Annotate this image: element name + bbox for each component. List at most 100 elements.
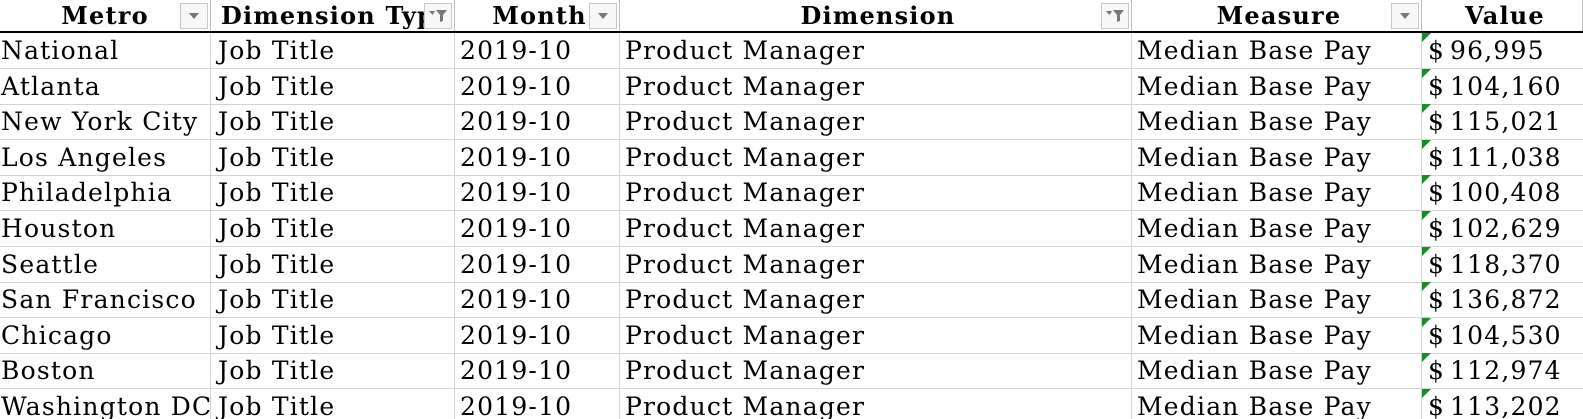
value-cell[interactable]: $118,370	[1422, 246, 1583, 282]
currency-symbol: $	[1428, 36, 1446, 65]
measure-cell[interactable]: Median Base Pay	[1132, 317, 1422, 353]
value-cell[interactable]: $104,530	[1422, 317, 1583, 353]
dimension-cell[interactable]: Product Manager	[620, 211, 1132, 246]
measure-cell[interactable]: Median Base Pay	[1132, 175, 1422, 211]
measure-cell[interactable]: Median Base Pay	[1132, 246, 1422, 282]
metro-cell[interactable]: National	[0, 33, 211, 68]
value-cell[interactable]: $113,202	[1422, 389, 1583, 419]
metro-cell[interactable]: Houston	[0, 211, 211, 246]
column-header-label: Month	[492, 1, 587, 30]
table-row: Houston Job Title 2019-10 Product Manager Me…	[0, 211, 1583, 247]
value-amount: 100,408	[1450, 178, 1562, 208]
metro-cell[interactable]: Boston	[0, 353, 211, 389]
dimension-filter-active-icon[interactable]	[1101, 3, 1129, 29]
dimension-type-cell[interactable]: Job Title	[211, 389, 455, 419]
dimension-type-cell[interactable]: Job Title	[211, 246, 455, 282]
table-row: Los Angeles Job Title 2019-10 Product Manag…	[0, 139, 1583, 176]
measure-cell[interactable]: Median Base Pay	[1132, 68, 1422, 104]
column-header-label: Dimension Typ	[221, 1, 436, 30]
column-header-dimension[interactable]: Dimension	[620, 0, 1132, 31]
dimension-type-cell[interactable]: Job Title	[211, 175, 455, 211]
column-header-value[interactable]: Value	[1422, 0, 1583, 31]
table-row: Boston Job Title 2019-10 Product Manager Med…	[0, 353, 1583, 390]
dimension-cell[interactable]: Product Manager	[620, 353, 1132, 389]
dimension-type-cell[interactable]: Job Title	[211, 104, 455, 140]
metro-filter-dropdown-icon[interactable]	[180, 3, 208, 29]
dimension-type-filter-active-icon[interactable]	[424, 3, 452, 29]
dimension-cell[interactable]: Product Manager	[620, 33, 1132, 68]
value-cell[interactable]: $100,408	[1422, 175, 1583, 210]
month-cell[interactable]: 2019-10	[455, 317, 620, 353]
value-cell[interactable]: $102,629	[1422, 211, 1583, 246]
measure-cell[interactable]: Median Base Pay	[1132, 211, 1422, 246]
value-cell[interactable]: $115,021	[1422, 104, 1583, 139]
value-cell[interactable]: $136,872	[1422, 282, 1583, 317]
dimension-type-cell[interactable]: Job Title	[211, 211, 455, 246]
error-indicator-icon	[1422, 139, 1431, 149]
month-cell[interactable]: 2019-10	[455, 175, 620, 211]
dimension-cell[interactable]: Product Manager	[620, 175, 1132, 211]
month-cell[interactable]: 2019-10	[455, 246, 620, 282]
month-cell[interactable]: 2019-10	[455, 353, 620, 389]
metro-cell[interactable]: Los Angeles	[0, 139, 211, 175]
value-amount: 104,160	[1450, 71, 1562, 101]
error-indicator-icon	[1422, 389, 1431, 398]
dimension-type-cell[interactable]: Job Title	[211, 68, 455, 104]
measure-cell[interactable]: Median Base Pay	[1132, 353, 1422, 389]
metro-cell[interactable]: Atlanta	[0, 68, 211, 104]
measure-cell[interactable]: Median Base Pay	[1132, 139, 1422, 175]
month-cell[interactable]: 2019-10	[455, 389, 620, 419]
value-amount: 113,202	[1450, 392, 1562, 419]
value-cell[interactable]: $104,160	[1422, 68, 1583, 104]
value-amount: 104,530	[1450, 320, 1562, 350]
metro-cell[interactable]: New York City	[0, 104, 211, 140]
value-cell[interactable]: $112,974	[1422, 353, 1583, 388]
metro-cell[interactable]: Washington DC	[0, 389, 211, 419]
month-cell[interactable]: 2019-10	[455, 33, 620, 68]
dimension-type-cell[interactable]: Job Title	[211, 317, 455, 353]
value-cell[interactable]: $96,995	[1422, 33, 1583, 68]
month-filter-dropdown-icon[interactable]	[589, 3, 617, 29]
value-amount: 118,370	[1450, 249, 1562, 279]
column-header-measure[interactable]: Measure	[1132, 0, 1422, 31]
table-row: New York City Job Title 2019-10 Product Man…	[0, 104, 1583, 141]
dimension-cell[interactable]: Product Manager	[620, 139, 1132, 175]
dimension-cell[interactable]: Product Manager	[620, 104, 1132, 140]
value-amount: 102,629	[1450, 214, 1562, 243]
metro-cell[interactable]: San Francisco	[0, 282, 211, 318]
month-cell[interactable]: 2019-10	[455, 211, 620, 246]
column-header-label: Value	[1465, 1, 1545, 30]
month-cell[interactable]: 2019-10	[455, 68, 620, 104]
dimension-cell[interactable]: Product Manager	[620, 317, 1132, 353]
dimension-cell[interactable]: Product Manager	[620, 68, 1132, 104]
column-header-label: Dimension	[800, 1, 956, 30]
currency-symbol: $	[1428, 356, 1446, 386]
measure-cell[interactable]: Median Base Pay	[1132, 104, 1422, 140]
value-cell[interactable]: $111,038	[1422, 139, 1583, 175]
dimension-cell[interactable]: Product Manager	[620, 246, 1132, 282]
column-header-dimension-type[interactable]: Dimension Typ	[211, 0, 455, 31]
column-header-metro[interactable]: Metro	[0, 0, 211, 31]
month-cell[interactable]: 2019-10	[455, 104, 620, 140]
metro-cell[interactable]: Philadelphia	[0, 175, 211, 211]
month-cell[interactable]: 2019-10	[455, 139, 620, 175]
error-indicator-icon	[1422, 68, 1431, 78]
dimension-type-cell[interactable]: Job Title	[211, 282, 455, 318]
column-header-month[interactable]: Month	[455, 0, 620, 31]
currency-symbol: $	[1428, 392, 1446, 419]
month-cell[interactable]: 2019-10	[455, 282, 620, 318]
measure-cell[interactable]: Median Base Pay	[1132, 33, 1422, 68]
dimension-type-cell[interactable]: Job Title	[211, 33, 455, 68]
dimension-type-cell[interactable]: Job Title	[211, 353, 455, 389]
error-indicator-icon	[1422, 175, 1431, 185]
dimension-cell[interactable]: Product Manager	[620, 282, 1132, 318]
dimension-type-cell[interactable]: Job Title	[211, 139, 455, 175]
measure-filter-dropdown-icon[interactable]	[1391, 3, 1419, 29]
metro-cell[interactable]: Chicago	[0, 317, 211, 353]
dimension-cell[interactable]: Product Manager	[620, 389, 1132, 419]
currency-symbol: $	[1428, 142, 1446, 172]
measure-cell[interactable]: Median Base Pay	[1132, 389, 1422, 419]
metro-cell[interactable]: Seattle	[0, 246, 211, 282]
measure-cell[interactable]: Median Base Pay	[1132, 282, 1422, 318]
value-amount: 112,974	[1450, 356, 1562, 386]
